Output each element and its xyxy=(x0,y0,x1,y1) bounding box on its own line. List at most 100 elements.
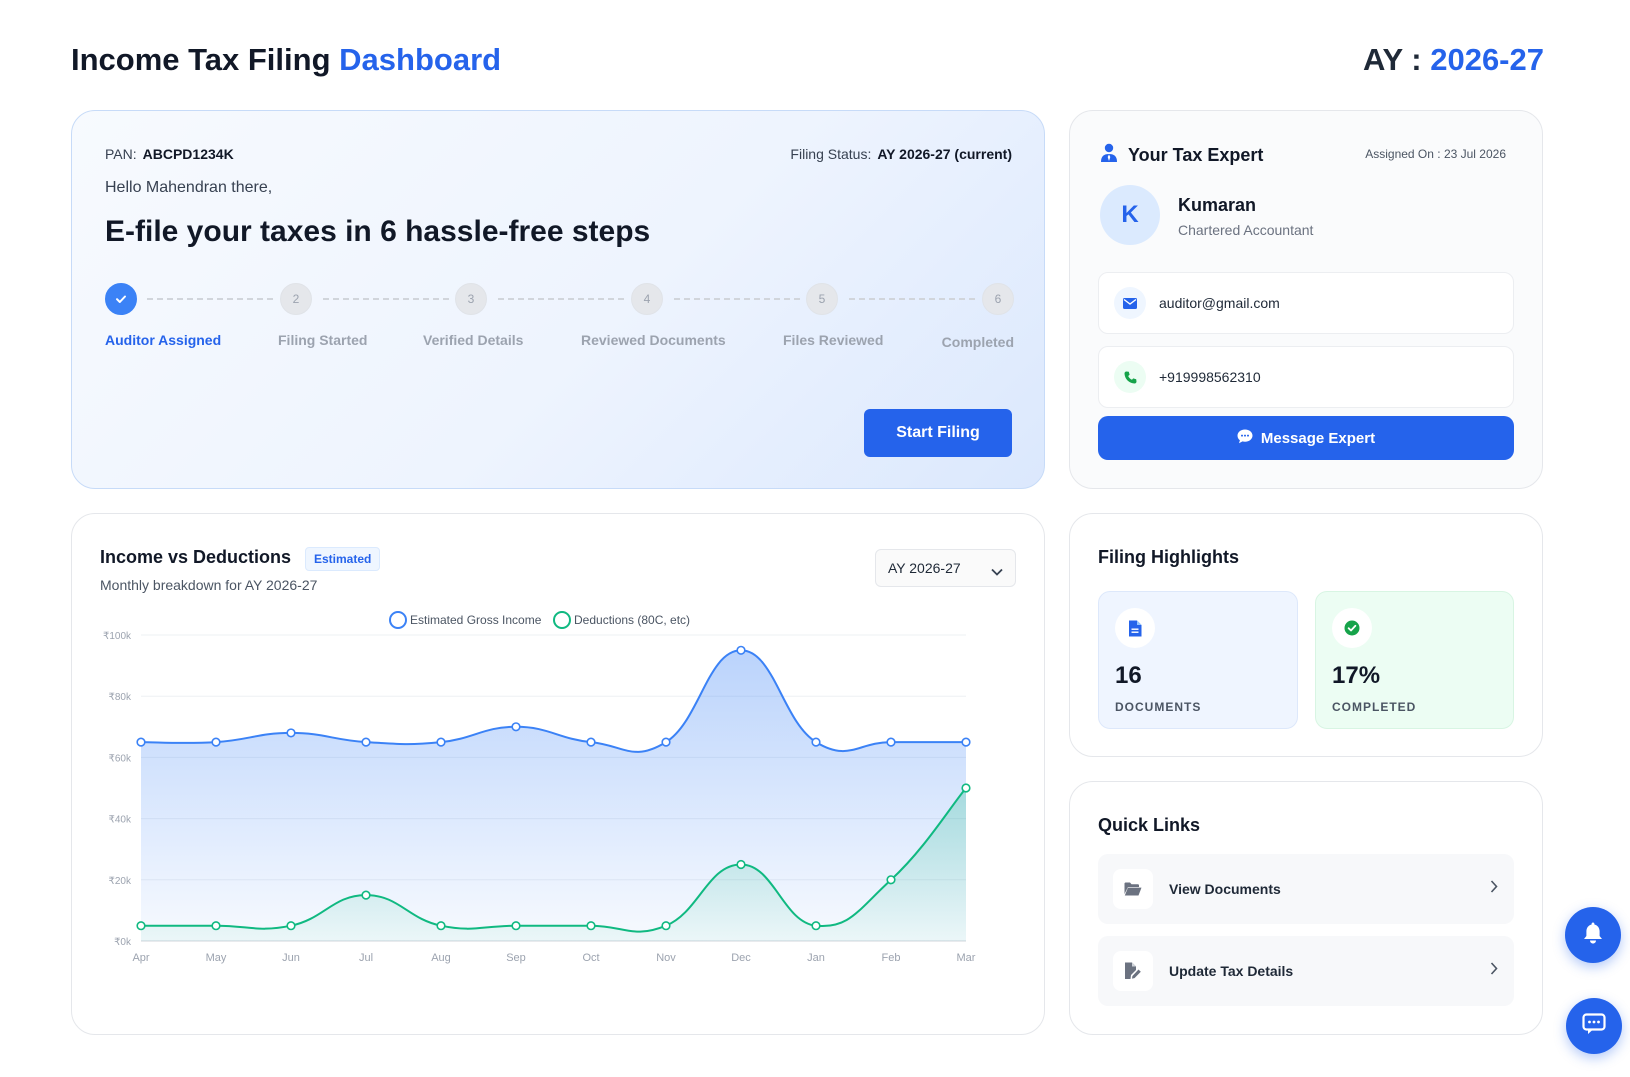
x-tick-label: Jul xyxy=(359,952,373,964)
quick-link-label: Update Tax Details xyxy=(1169,963,1294,979)
step-1-check-icon xyxy=(105,283,137,315)
completed-label: COMPLETED xyxy=(1332,700,1417,714)
step-2-dot: 2 xyxy=(280,283,312,315)
documents-label: DOCUMENTS xyxy=(1115,700,1202,714)
step-6-label: Completed xyxy=(941,334,1014,350)
step-connector xyxy=(147,298,273,300)
legend-label: Estimated Gross Income xyxy=(410,613,542,627)
expert-email-text: auditor@gmail.com xyxy=(1159,295,1280,311)
completed-percent: 17% xyxy=(1332,662,1381,689)
document-icon xyxy=(1115,608,1155,648)
expert-title: Your Tax Expert xyxy=(1128,145,1264,165)
data-point xyxy=(811,737,821,747)
data-point xyxy=(136,737,146,747)
step-6-dot: 6 xyxy=(982,283,1014,315)
data-point xyxy=(961,737,971,747)
chevron-right-icon xyxy=(1490,962,1498,980)
user-tie-icon xyxy=(1100,143,1118,168)
x-tick-label: Apr xyxy=(132,952,149,964)
file-edit-icon xyxy=(1113,951,1153,991)
pan-value: ABCPD1234K xyxy=(142,146,234,162)
filing-stepper: 2 3 4 5 6 Auditor Assigned Filing Starte… xyxy=(105,283,1014,363)
y-tick-label: ₹60k xyxy=(109,753,132,764)
start-filing-button[interactable]: Start Filing xyxy=(864,409,1012,457)
expert-phone[interactable]: +919998562310 xyxy=(1098,346,1514,408)
notification-bell-button[interactable] xyxy=(1565,907,1621,963)
legend-marker xyxy=(553,611,571,629)
x-tick-label: May xyxy=(206,952,227,964)
expert-email[interactable]: auditor@gmail.com xyxy=(1098,272,1514,334)
greeting: Hello Mahendran there, xyxy=(105,179,273,196)
step-4-label: Reviewed Documents xyxy=(581,332,726,348)
x-tick-label: Jun xyxy=(282,952,300,964)
chat-support-button[interactable] xyxy=(1566,998,1622,1054)
income-deduction-chart: ₹0k ₹20k ₹40k ₹60k ₹80k ₹100k Apr May Jun Jul Aug S… xyxy=(103,611,976,964)
x-tick-label: Feb xyxy=(882,952,901,964)
expert-name: Kumaran xyxy=(1178,195,1257,215)
x-tick-label: Nov xyxy=(656,952,676,964)
message-expert-label: Message Expert xyxy=(1260,429,1376,447)
ay-value: 2026-27 xyxy=(1430,42,1544,77)
hero-headline: E-file your taxes in 6 hassle-free steps xyxy=(105,215,651,248)
data-point xyxy=(361,890,371,900)
step-3-label: Verified Details xyxy=(423,332,524,348)
legend-marker xyxy=(389,611,407,629)
expert-role: Chartered Accountant xyxy=(1178,222,1314,238)
step-connector xyxy=(323,298,449,300)
pan-info: PAN: ABCPD1234K xyxy=(105,146,234,162)
step-5-dot: 5 xyxy=(806,283,838,315)
highlights-title: Filing Highlights xyxy=(1098,547,1239,567)
expert-header: Your Tax Expert xyxy=(1100,143,1263,168)
avatar: K xyxy=(1100,185,1160,245)
step-connector xyxy=(849,298,975,300)
step-connector xyxy=(674,298,800,300)
assigned-date: Assigned On : 23 Jul 2026 xyxy=(1365,147,1506,161)
step-connector xyxy=(498,298,624,300)
data-point xyxy=(136,921,146,931)
title-main: Income Tax Filing xyxy=(71,42,331,77)
page-title: Income Tax Filing Dashboard xyxy=(71,42,501,78)
quick-links-card: Quick Links View Documents Update Tax De… xyxy=(1069,781,1543,1035)
y-tick-label: ₹80k xyxy=(109,692,132,703)
pan-label: PAN: xyxy=(105,146,137,162)
data-point xyxy=(961,783,971,793)
x-tick-label: Jan xyxy=(807,952,825,964)
x-tick-label: Dec xyxy=(731,952,751,964)
x-tick-label: Oct xyxy=(582,952,599,964)
data-point xyxy=(361,737,371,747)
data-point xyxy=(886,875,896,885)
data-point xyxy=(436,921,446,931)
folder-open-icon xyxy=(1113,869,1153,909)
quick-link-label: View Documents xyxy=(1169,881,1281,897)
message-expert-button[interactable]: Message Expert xyxy=(1098,416,1514,460)
data-point xyxy=(511,722,521,732)
bell-icon xyxy=(1582,921,1604,950)
data-point xyxy=(286,728,296,738)
assessment-year: AY : 2026-27 xyxy=(1363,42,1544,78)
expert-phone-text: +919998562310 xyxy=(1159,369,1261,385)
step-2-label: Filing Started xyxy=(278,332,368,348)
data-point xyxy=(436,737,446,747)
x-tick-label: Mar xyxy=(957,952,976,964)
data-point xyxy=(736,645,746,655)
series-area-1 xyxy=(141,650,966,941)
check-circle-icon xyxy=(1332,608,1372,648)
completed-stat: 17% COMPLETED xyxy=(1315,591,1514,729)
filing-hero-card: PAN: ABCPD1234K Filing Status: AY 2026-27 … xyxy=(71,110,1045,489)
chevron-right-icon xyxy=(1490,880,1498,898)
y-tick-label: ₹100k xyxy=(103,631,132,642)
envelope-icon xyxy=(1114,287,1146,319)
documents-count: 16 xyxy=(1115,662,1142,689)
data-point xyxy=(661,737,671,747)
chat-bubble-icon xyxy=(1237,429,1253,448)
data-point xyxy=(586,921,596,931)
documents-stat: 16 DOCUMENTS xyxy=(1098,591,1298,729)
x-tick-label: Sep xyxy=(506,952,526,964)
legend-label: Deductions (80C, etc) xyxy=(574,613,690,627)
quick-link-update-tax-details[interactable]: Update Tax Details xyxy=(1098,936,1514,1006)
data-point xyxy=(586,737,596,747)
step-5-label: Files Reviewed xyxy=(783,332,884,348)
quick-link-view-documents[interactable]: View Documents xyxy=(1098,854,1514,924)
y-tick-label: ₹20k xyxy=(109,876,132,887)
quick-links-title: Quick Links xyxy=(1098,815,1201,835)
